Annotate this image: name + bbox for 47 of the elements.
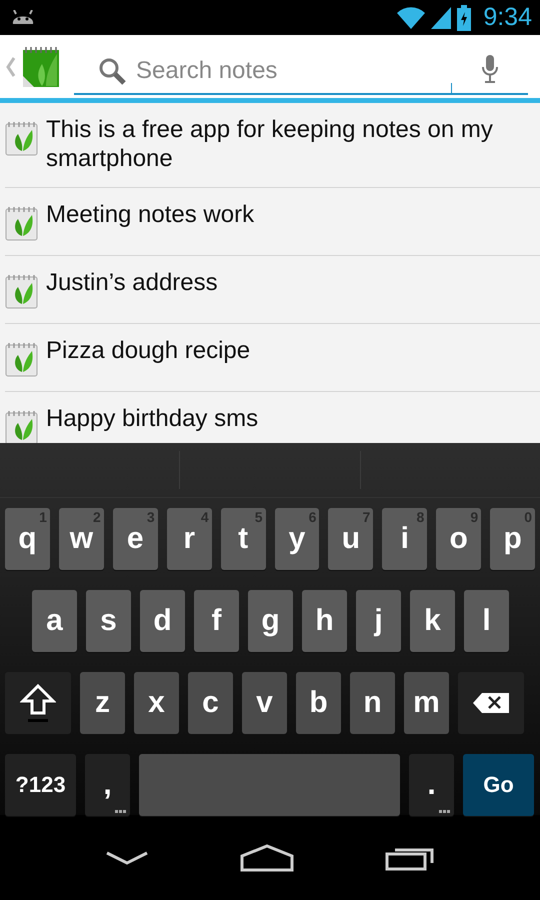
key[interactable]: j — [356, 590, 401, 652]
note-item[interactable]: Meeting notes work — [5, 188, 540, 256]
microphone-icon[interactable] — [482, 54, 498, 82]
delete-key[interactable] — [458, 672, 524, 734]
key[interactable]: m — [404, 672, 449, 734]
notepad-icon — [5, 273, 38, 309]
key[interactable]: n — [350, 672, 395, 734]
key[interactable]: l — [464, 590, 509, 652]
note-item[interactable]: This is a free app for keeping notes on my smartphone — [5, 103, 540, 188]
punctuation-key[interactable]: . — [409, 754, 454, 816]
key[interactable]: a — [32, 590, 77, 652]
signal-icon — [431, 6, 452, 28]
note-title: Happy birthday sms — [46, 404, 260, 433]
note-item[interactable]: Pizza dough recipe — [5, 324, 540, 392]
key[interactable]: b — [296, 672, 341, 734]
notepad-app-icon[interactable] — [22, 46, 60, 88]
key[interactable]: z — [80, 672, 125, 734]
key[interactable]: f — [194, 590, 239, 652]
key[interactable]: v — [242, 672, 287, 734]
punctuation-key[interactable]: , — [85, 754, 130, 816]
key[interactable]: x — [134, 672, 179, 734]
backspace-icon — [472, 692, 510, 714]
note-item[interactable]: Justin’s address — [5, 256, 540, 324]
key[interactable]: d — [140, 590, 185, 652]
key[interactable]: g — [248, 590, 293, 652]
notepad-icon — [5, 120, 38, 156]
clock-time: 9:34 — [483, 3, 532, 32]
key[interactable]: k — [410, 590, 455, 652]
shift-key[interactable] — [5, 672, 71, 734]
back-icon[interactable] — [105, 850, 150, 866]
wifi-icon — [397, 6, 426, 28]
key[interactable]: s — [86, 590, 131, 652]
note-title: Pizza dough recipe — [46, 336, 252, 365]
symbols-key[interactable]: ?123 — [5, 754, 76, 816]
note-title: Meeting notes work — [46, 200, 256, 229]
battery-icon — [457, 4, 472, 30]
go-key[interactable]: Go — [463, 754, 534, 816]
notepad-icon — [5, 205, 38, 241]
note-title: Justin’s address — [46, 268, 219, 297]
search-icon — [98, 56, 126, 84]
key[interactable]: c — [188, 672, 233, 734]
key[interactable]: h — [302, 590, 347, 652]
home-icon[interactable] — [240, 844, 294, 872]
note-title: This is a free app for keeping notes on my smartphone — [46, 115, 494, 173]
shift-icon — [20, 683, 56, 723]
notepad-icon — [5, 341, 38, 377]
android-icon — [10, 10, 36, 26]
